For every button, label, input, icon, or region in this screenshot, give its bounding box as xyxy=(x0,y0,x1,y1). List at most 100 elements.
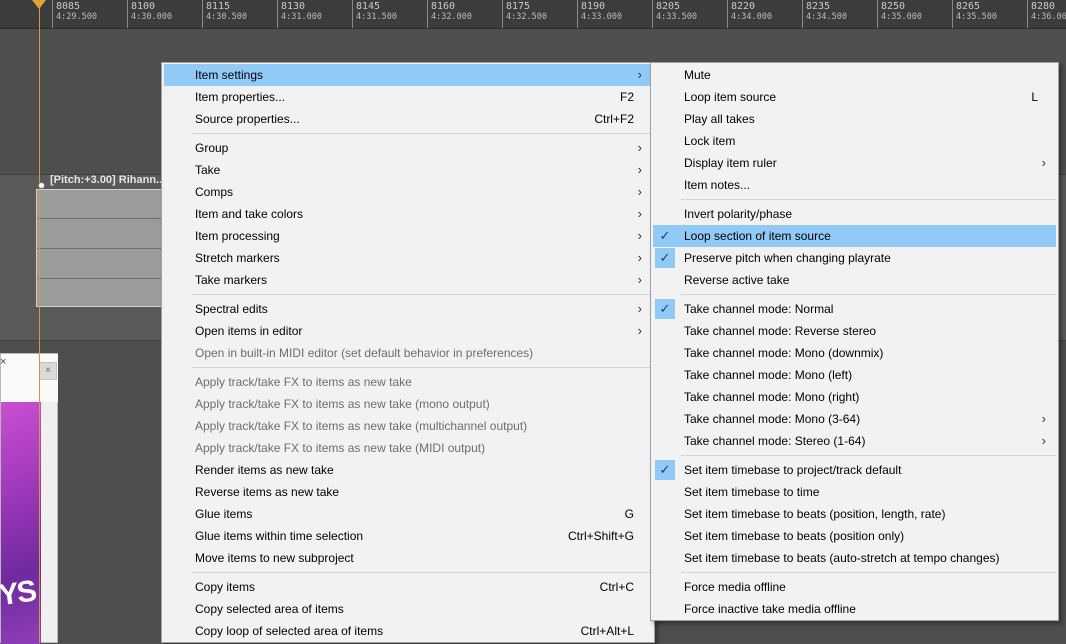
menu-item-label: Set item timebase to beats (auto-stretch… xyxy=(684,551,1000,565)
menu-shortcut: Ctrl+C xyxy=(599,580,634,594)
timeline-ruler[interactable]: 8085 4:29.500 8100 4:30.000 8115 4:30.500 8… xyxy=(0,0,1066,29)
menu-item-item-notes[interactable]: Item notes... xyxy=(653,174,1056,196)
menu-item-force-offline[interactable]: Force media offline xyxy=(653,576,1056,598)
media-item[interactable] xyxy=(36,189,166,307)
window-button-icon[interactable]: × xyxy=(39,362,57,380)
menu-item-tb-beats-autostretch[interactable]: Set item timebase to beats (auto-stretch… xyxy=(653,547,1056,569)
ruler-tick: 82804:36.000 xyxy=(1027,0,1066,28)
menu-item-item-processing[interactable]: Item processing › xyxy=(164,225,652,247)
submenu-arrow-icon: › xyxy=(1041,155,1046,170)
ruler-time-label: 4:30.000 xyxy=(131,12,172,22)
menu-item-glue-within-selection[interactable]: Glue items within time selection Ctrl+Shi… xyxy=(164,525,652,547)
menu-item-copy-items[interactable]: Copy items Ctrl+C xyxy=(164,576,652,598)
submenu-arrow-icon: › xyxy=(1041,411,1046,426)
menu-item-label: Take channel mode: Mono (3-64) xyxy=(684,412,861,426)
take-lane-divider xyxy=(37,218,165,219)
menu-item-label: Glue items within time selection xyxy=(195,529,364,543)
menu-item-label: Copy loop of selected area of items xyxy=(195,624,384,638)
menu-item-label: Set item timebase to beats (position, le… xyxy=(684,507,946,521)
menu-item-open-in-editor[interactable]: Open items in editor › xyxy=(164,320,652,342)
menu-item-stretch-markers[interactable]: Stretch markers › xyxy=(164,247,652,269)
menu-item-invert-polarity[interactable]: Invert polarity/phase xyxy=(653,203,1056,225)
playhead-cursor xyxy=(39,0,40,643)
checkmark-icon: ✓ xyxy=(655,226,675,246)
menu-item-comps[interactable]: Comps › xyxy=(164,181,652,203)
menu-item-label: Item processing xyxy=(195,229,280,243)
menu-item-apply-fx-midi[interactable]: Apply track/take FX to items as new take… xyxy=(164,437,652,459)
menu-item-mute[interactable]: Mute xyxy=(653,64,1056,86)
video-window[interactable]: × × YS xyxy=(0,353,58,644)
menu-item-label: Open items in editor xyxy=(195,324,303,338)
menu-item-tb-time[interactable]: Set item timebase to time xyxy=(653,481,1056,503)
ruler-bar-label: 8115 xyxy=(206,1,231,12)
menu-item-label: Open in built-in MIDI editor (set defaul… xyxy=(195,346,534,360)
menu-item-display-item-ruler[interactable]: Display item ruler › xyxy=(653,152,1056,174)
menu-item-preserve-pitch[interactable]: ✓ Preserve pitch when changing playrate xyxy=(653,247,1056,269)
menu-item-copy-loop-area[interactable]: Copy loop of selected area of items Ctrl+… xyxy=(164,620,652,642)
ruler-bar-label: 8265 xyxy=(956,1,981,12)
menu-item-open-builtin-midi[interactable]: Open in built-in MIDI editor (set defaul… xyxy=(164,342,652,364)
video-window-titlebar[interactable]: × × xyxy=(0,354,58,402)
ruler-time-label: 4:34.500 xyxy=(806,12,847,22)
fade-handle-icon[interactable] xyxy=(38,182,45,189)
menu-item-label: Render items as new take xyxy=(195,463,334,477)
menu-item-label: Invert polarity/phase xyxy=(684,207,793,221)
menu-item-label: Reverse items as new take xyxy=(195,485,340,499)
menu-item-apply-fx-multichannel[interactable]: Apply track/take FX to items as new take… xyxy=(164,415,652,437)
menu-item-tb-beats-position[interactable]: Set item timebase to beats (position onl… xyxy=(653,525,1056,547)
menu-item-chan-stereo-1-64[interactable]: Take channel mode: Stereo (1-64) › xyxy=(653,430,1056,452)
menu-item-move-to-subproject[interactable]: Move items to new subproject xyxy=(164,547,652,569)
ruler-bar-label: 8145 xyxy=(356,1,381,12)
ruler-bar-label: 8175 xyxy=(506,1,531,12)
menu-item-copy-selected-area[interactable]: Copy selected area of items xyxy=(164,598,652,620)
menu-item-play-all-takes[interactable]: Play all takes xyxy=(653,108,1056,130)
ruler-bar-label: 8130 xyxy=(281,1,306,12)
menu-item-reverse-new-take[interactable]: Reverse items as new take xyxy=(164,481,652,503)
menu-item-tb-beats-all[interactable]: Set item timebase to beats (position, le… xyxy=(653,503,1056,525)
ruler-bar-label: 8205 xyxy=(656,1,681,12)
submenu-arrow-icon: › xyxy=(637,206,642,221)
submenu-arrow-icon: › xyxy=(637,184,642,199)
menu-item-loop-item-source[interactable]: Loop item source L xyxy=(653,86,1056,108)
submenu-arrow-icon: › xyxy=(637,323,642,338)
menu-item-apply-fx-mono[interactable]: Apply track/take FX to items as new take… xyxy=(164,393,652,415)
item-settings-submenu: Mute Loop item source L Play all takes Lo… xyxy=(650,62,1059,621)
menu-item-take-markers[interactable]: Take markers › xyxy=(164,269,652,291)
menu-separator xyxy=(192,294,652,295)
menu-item-chan-mono-left[interactable]: Take channel mode: Mono (left) xyxy=(653,364,1056,386)
ruler-bar-label: 8100 xyxy=(131,1,156,12)
menu-item-label: Loop section of item source xyxy=(684,229,831,243)
ruler-time-label: 4:35.500 xyxy=(956,12,997,22)
menu-item-reverse-active-take[interactable]: Reverse active take xyxy=(653,269,1056,291)
menu-item-group[interactable]: Group › xyxy=(164,137,652,159)
menu-item-apply-fx-new-take[interactable]: Apply track/take FX to items as new take xyxy=(164,371,652,393)
video-overlay-text: YS xyxy=(0,574,38,613)
submenu-arrow-icon: › xyxy=(637,140,642,155)
menu-item-item-take-colors[interactable]: Item and take colors › xyxy=(164,203,652,225)
menu-item-loop-section[interactable]: ✓ Loop section of item source xyxy=(653,225,1056,247)
menu-item-render-new-take[interactable]: Render items as new take xyxy=(164,459,652,481)
menu-item-chan-mono-right[interactable]: Take channel mode: Mono (right) xyxy=(653,386,1056,408)
menu-item-tb-project-default[interactable]: ✓ Set item timebase to project/track defa… xyxy=(653,459,1056,481)
menu-item-chan-mono-downmix[interactable]: Take channel mode: Mono (downmix) xyxy=(653,342,1056,364)
menu-item-label: Lock item xyxy=(684,134,736,148)
ruler-time-label: 4:32.500 xyxy=(506,12,547,22)
menu-item-take[interactable]: Take › xyxy=(164,159,652,181)
menu-item-source-properties[interactable]: Source properties... Ctrl+F2 xyxy=(164,108,652,130)
ruler-tick: 8145 4:31.500 xyxy=(352,0,427,28)
menu-item-label: Source properties... xyxy=(195,112,300,126)
menu-item-chan-normal[interactable]: ✓ Take channel mode: Normal xyxy=(653,298,1056,320)
menu-item-label: Force media offline xyxy=(684,580,786,594)
menu-item-item-settings[interactable]: Item settings › xyxy=(164,64,652,86)
menu-item-glue-items[interactable]: Glue items G xyxy=(164,503,652,525)
menu-item-item-properties[interactable]: Item properties... F2 xyxy=(164,86,652,108)
menu-item-force-inactive-offline[interactable]: Force inactive take media offline xyxy=(653,598,1056,620)
menu-item-spectral-edits[interactable]: Spectral edits › xyxy=(164,298,652,320)
menu-item-lock-item[interactable]: Lock item xyxy=(653,130,1056,152)
ruler-tick: 8100 4:30.000 xyxy=(127,0,202,28)
menu-item-chan-reverse-stereo[interactable]: Take channel mode: Reverse stereo xyxy=(653,320,1056,342)
menu-item-label: Item settings xyxy=(195,68,264,82)
ruler-time-label: 4:31.500 xyxy=(356,12,397,22)
menu-item-chan-mono-3-64[interactable]: Take channel mode: Mono (3-64) › xyxy=(653,408,1056,430)
close-icon[interactable]: × xyxy=(0,356,6,368)
